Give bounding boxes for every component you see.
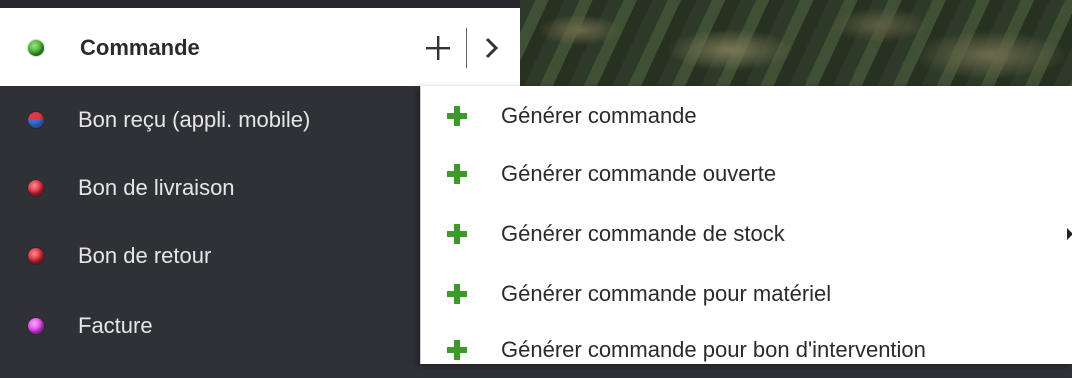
sidebar-item-bon-de-livraison[interactable]: Bon de livraison	[0, 158, 420, 218]
plus-icon	[447, 224, 467, 244]
sidebar-item-bon-recu[interactable]: Bon reçu (appli. mobile)	[0, 90, 420, 150]
header-title: Commande	[80, 35, 200, 60]
sidebar-item-label: Facture	[78, 313, 153, 338]
header-actions	[418, 8, 507, 88]
menu-item-generer-commande[interactable]: Générer commande	[421, 88, 1072, 144]
menu-item-generer-commande-pour-bon-intervention[interactable]: Générer commande pour bon d'intervention	[421, 322, 1072, 378]
menu-item-generer-commande-de-stock[interactable]: Générer commande de stock	[421, 206, 1072, 262]
sidebar: Bon reçu (appli. mobile) Bon de livraiso…	[0, 86, 420, 364]
submenu-arrow-icon	[1067, 228, 1072, 240]
menu-item-label: Générer commande pour bon d'intervention	[501, 337, 926, 362]
add-button[interactable]	[418, 28, 458, 68]
sidebar-item-bon-de-retour[interactable]: Bon de retour	[0, 226, 420, 286]
menu-item-label: Générer commande de stock	[501, 221, 785, 246]
sidebar-item-label: Bon de retour	[78, 243, 212, 268]
chevron-right-icon	[485, 37, 499, 59]
status-dot-icon	[28, 40, 44, 56]
plus-icon	[447, 340, 467, 360]
sidebar-item-label: Bon reçu (appli. mobile)	[78, 107, 311, 132]
status-dot-icon	[28, 318, 44, 334]
plus-icon	[447, 284, 467, 304]
menu-item-generer-commande-pour-materiel[interactable]: Générer commande pour matériel	[421, 266, 1072, 322]
commande-header[interactable]: Commande	[0, 8, 520, 88]
plus-icon	[426, 36, 450, 60]
menu-item-label: Générer commande ouverte	[501, 161, 777, 186]
plus-icon	[447, 164, 467, 184]
next-button[interactable]	[477, 28, 507, 68]
menu-item-label: Générer commande pour matériel	[501, 281, 832, 306]
status-dot-icon	[28, 248, 44, 264]
background-image	[520, 0, 1072, 86]
status-dot-icon	[28, 112, 44, 128]
sidebar-item-facture[interactable]: Facture	[0, 296, 420, 356]
menu-item-label: Générer commande	[501, 103, 697, 128]
plus-icon	[447, 106, 467, 126]
status-dot-icon	[28, 180, 44, 196]
top-strip	[0, 0, 520, 8]
sidebar-item-label: Bon de livraison	[78, 175, 235, 200]
separator	[466, 28, 467, 68]
menu-item-generer-commande-ouverte[interactable]: Générer commande ouverte	[421, 146, 1072, 202]
generate-menu: Générer commande Générer commande ouvert…	[420, 86, 1072, 364]
